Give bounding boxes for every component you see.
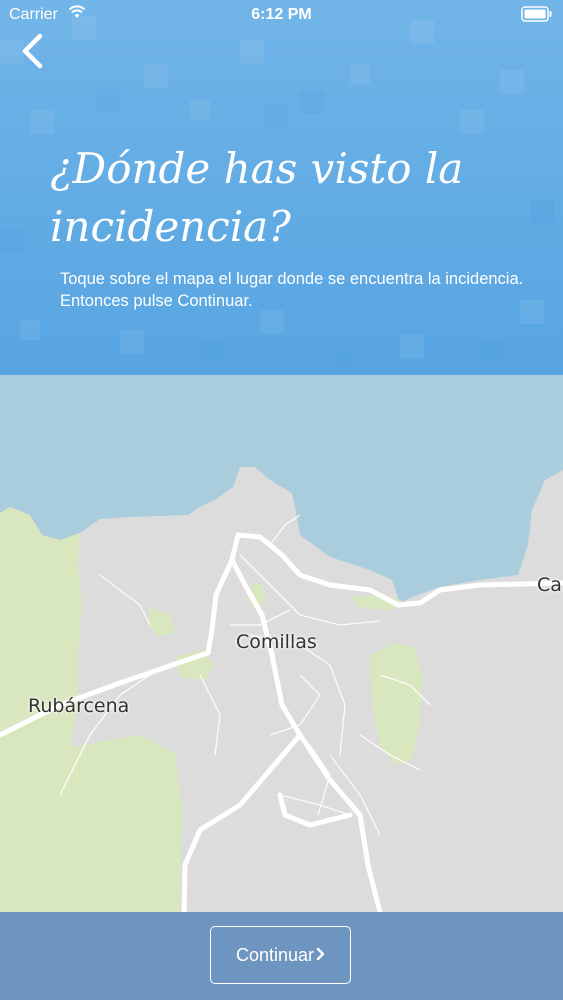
map-view[interactable]: Comillas Rubárcena Ca: [0, 375, 563, 912]
back-button[interactable]: [16, 30, 56, 74]
footer: Continuar: [0, 912, 563, 1000]
chevron-right-icon: [316, 945, 325, 966]
page-title: ¿Dónde has visto la incidencia?: [50, 144, 464, 251]
battery-icon: [521, 6, 553, 27]
chevron-left-icon: [22, 33, 43, 69]
header: Carrier 6:12 PM ¿Dónde has visto la inci…: [0, 0, 563, 375]
continue-label: Continuar: [235, 944, 315, 965]
park-west: [0, 507, 82, 880]
status-bar: Carrier 6:12 PM: [0, 0, 563, 30]
clock: 6:12 PM: [251, 6, 312, 23]
map-label-edge: Ca: [537, 574, 562, 596]
map-label-rubarcena: Rubárcena: [28, 695, 130, 717]
instructions-text: Toque sobre el mapa el lugar donde se en…: [60, 270, 524, 310]
map-label-comillas: Comillas: [236, 631, 317, 653]
continue-button[interactable]: Continuar: [210, 926, 351, 984]
